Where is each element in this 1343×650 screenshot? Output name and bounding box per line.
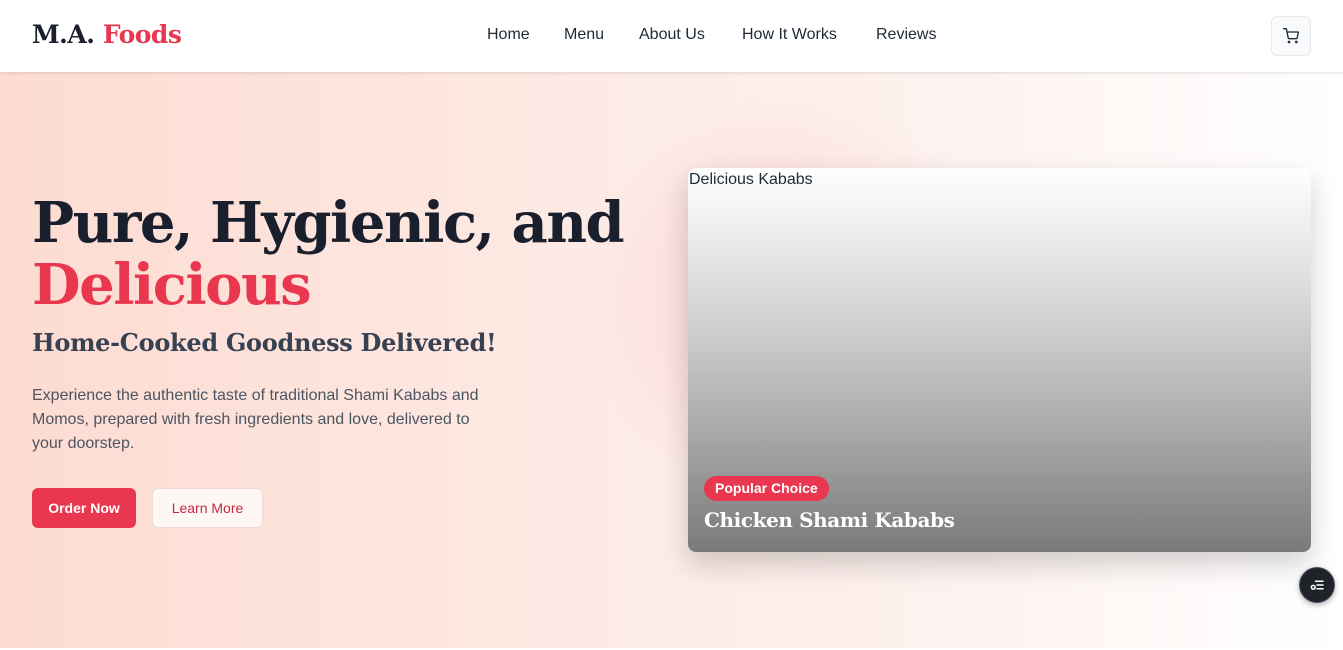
nav-about-us[interactable]: About Us <box>639 26 705 44</box>
main-nav: Home Menu About Us How It Works Reviews <box>0 26 1343 48</box>
hero-section: Pure, Hygienic, and Delicious Home-Cooke… <box>0 72 1343 648</box>
hero-title-highlight: Delicious <box>32 252 312 318</box>
learn-more-button[interactable]: Learn More <box>152 488 263 528</box>
nav-how-it-works[interactable]: How It Works <box>742 26 837 44</box>
nav-menu[interactable]: Menu <box>564 26 604 44</box>
featured-image-alt-text: Delicious Kababs <box>689 171 813 188</box>
shopping-cart-icon <box>1283 28 1299 44</box>
nav-reviews[interactable]: Reviews <box>876 26 936 44</box>
popular-choice-badge: Popular Choice <box>704 476 829 501</box>
site-header: M.A. Foods Home Menu About Us How It Wor… <box>0 0 1343 72</box>
hero-title: Pure, Hygienic, and Delicious <box>32 192 632 316</box>
featured-dish-card: Delicious Kababs Popular Choice Chicken … <box>688 168 1311 552</box>
cart-button[interactable] <box>1271 16 1311 56</box>
floating-action-button[interactable] <box>1299 567 1335 603</box>
hero-subtitle: Home-Cooked Goodness Delivered! <box>32 328 497 357</box>
hero-description: Experience the authentic taste of tradit… <box>32 387 479 452</box>
featured-image-placeholder: Delicious Kababs <box>688 171 813 189</box>
nav-home[interactable]: Home <box>487 26 530 44</box>
task-list-icon <box>1310 580 1324 590</box>
featured-dish-title: Chicken Shami Kababs <box>704 508 955 532</box>
hero-title-line1: Pure, Hygienic, and <box>32 190 625 256</box>
order-now-button[interactable]: Order Now <box>32 488 136 528</box>
